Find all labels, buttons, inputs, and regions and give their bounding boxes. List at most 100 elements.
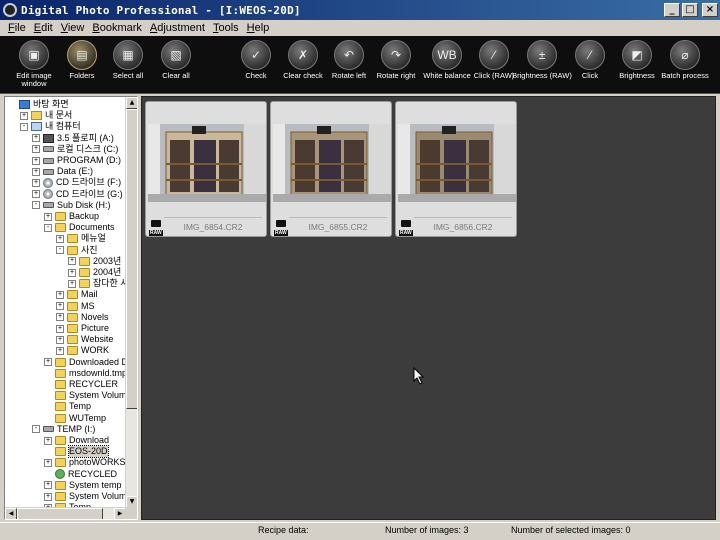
expand-icon[interactable]: + — [32, 134, 40, 143]
expand-icon[interactable]: + — [56, 346, 64, 355]
tree-vertical-scrollbar[interactable]: ▲ ▼ — [125, 97, 137, 508]
tree-horizontal-scrollbar[interactable]: ◀ ▶ — [5, 507, 126, 519]
scroll-up-button[interactable]: ▲ — [126, 97, 137, 109]
collapse-icon[interactable]: - — [20, 122, 28, 131]
expand-icon[interactable]: + — [32, 156, 40, 165]
folder-icon — [67, 234, 78, 244]
tree-item-label: RECYCLED — [68, 468, 118, 479]
tree-item[interactable]: - TEMP (I:) — [32, 424, 95, 435]
scroll-left-button[interactable]: ◀ — [5, 508, 17, 519]
tree-item[interactable]: - Sub Disk (H:) — [32, 200, 111, 211]
image-browser[interactable]: RAW IMG_6854.CR2 RAW IMG_6855.CR2 RAW IMG_685… — [141, 96, 716, 520]
thumbnail-image[interactable] — [273, 124, 391, 202]
tree-item[interactable]: + Download — [44, 435, 109, 446]
scroll-thumb[interactable] — [126, 109, 137, 409]
tree-item[interactable]: msdownld.tmp — [44, 368, 126, 379]
menu-tools[interactable]: Tools — [209, 22, 243, 34]
tree-item[interactable]: +2004년 — [68, 267, 121, 278]
expand-icon[interactable]: + — [32, 167, 40, 176]
tree-item[interactable]: + Backup — [44, 211, 99, 222]
tree-item[interactable]: + Website — [56, 334, 113, 345]
toolbar-batch-process-button[interactable]: ⌀ Batch process — [655, 40, 715, 80]
expand-icon[interactable]: + — [44, 212, 52, 221]
collapse-icon[interactable]: - — [32, 425, 40, 434]
folder-icon — [67, 324, 78, 333]
tree-item[interactable]: + Mail — [56, 289, 98, 300]
tree-item[interactable]: 바탕 화면 — [8, 99, 69, 110]
expand-icon[interactable]: + — [68, 268, 76, 277]
expand-icon[interactable]: + — [32, 190, 40, 199]
rotate-left-icon: ↶ — [334, 40, 364, 70]
menu-adjustment[interactable]: Adjustment — [146, 22, 209, 34]
expand-icon[interactable]: + — [56, 313, 64, 322]
menu-edit[interactable]: Edit — [30, 22, 57, 34]
expand-icon[interactable]: + — [56, 335, 64, 344]
clear-check-icon: ✗ — [288, 40, 318, 70]
tree-item[interactable]: - 내 컴퓨터 — [20, 121, 81, 132]
expand-icon[interactable]: + — [44, 458, 52, 467]
expand-icon[interactable]: + — [32, 145, 40, 154]
expand-icon[interactable]: + — [56, 290, 64, 299]
tree-item[interactable]: +2003년 — [68, 256, 121, 267]
tree-item[interactable]: +3.5 플로피 (A:) — [32, 133, 114, 144]
expand-icon[interactable]: + — [44, 492, 52, 501]
tree-item[interactable]: + Picture — [56, 323, 109, 334]
tree-item[interactable]: + System Volume — [44, 491, 126, 502]
tree-item[interactable]: EOS-20D — [44, 445, 109, 459]
tree-item[interactable]: WUTemp — [44, 413, 106, 424]
tree-item[interactable]: + 내 문서 — [20, 110, 72, 121]
batch-process-icon: ⌀ — [670, 40, 700, 70]
tree-item[interactable]: + MS — [56, 301, 95, 312]
expand-icon[interactable]: + — [44, 358, 52, 367]
tree-item[interactable]: + 로컬 디스크 (C:) — [32, 144, 118, 155]
collapse-icon[interactable]: - — [56, 246, 64, 255]
tree-item[interactable]: + CD 드라이브 (G:) — [32, 189, 123, 200]
tree-item[interactable]: + 잡다한 사 — [68, 278, 126, 289]
image-thumbnail[interactable]: RAW IMG_6856.CR2 — [395, 101, 517, 237]
menu-help[interactable]: Help — [243, 22, 274, 34]
thumbnail-image[interactable] — [398, 124, 516, 202]
scroll-corner — [125, 507, 137, 519]
menu-file[interactable]: File — [4, 22, 30, 34]
expand-icon[interactable]: + — [56, 234, 64, 243]
expand-icon[interactable]: + — [68, 257, 76, 266]
expand-icon[interactable]: + — [68, 279, 76, 288]
menu-view[interactable]: View — [57, 22, 89, 34]
tree-item[interactable]: - 사진 — [56, 245, 98, 256]
collapse-icon[interactable]: - — [32, 201, 40, 210]
expand-icon[interactable]: + — [44, 481, 52, 490]
expand-icon[interactable]: + — [44, 436, 52, 445]
tree-item[interactable]: + CD 드라이브 (F:) — [32, 177, 121, 188]
maximize-button[interactable]: □ — [682, 3, 698, 17]
image-thumbnail[interactable]: RAW IMG_6854.CR2 — [145, 101, 267, 237]
menu-bookmark[interactable]: Bookmark — [88, 22, 146, 34]
tree-item-label: Documents — [69, 222, 115, 233]
tree-item[interactable]: + WORK — [56, 345, 109, 356]
close-button[interactable]: × — [702, 3, 718, 17]
expand-icon[interactable]: + — [20, 111, 28, 120]
minimize-button[interactable]: _ — [664, 3, 680, 17]
scroll-h-thumb[interactable] — [17, 508, 103, 519]
image-thumbnail[interactable]: RAW IMG_6855.CR2 — [270, 101, 392, 237]
tree-item[interactable]: + photoWORKS Te — [44, 457, 126, 468]
tree-item[interactable]: - Documents — [44, 222, 115, 233]
tree-item[interactable]: Temp — [44, 401, 91, 412]
tree-item[interactable]: System Volume — [44, 390, 126, 401]
tree-item[interactable]: RECYCLED — [44, 469, 117, 480]
tree-item[interactable]: + System temp — [44, 480, 122, 491]
tree-item[interactable]: + Downloaded Da — [44, 357, 126, 368]
tree-item[interactable]: + PROGRAM (D:) — [32, 155, 121, 166]
toolbar-clear-all-button[interactable]: ▧ Clear all — [146, 40, 206, 80]
expand-icon[interactable]: + — [56, 302, 64, 311]
tree-item-label: Sub Disk (H:) — [57, 199, 111, 210]
tree-item[interactable]: RECYCLER — [44, 379, 118, 390]
tree-item[interactable]: + 메뉴얼 — [56, 233, 106, 244]
thumbnail-image[interactable] — [148, 124, 266, 202]
expand-icon[interactable]: + — [56, 324, 64, 333]
collapse-icon[interactable]: - — [44, 223, 52, 232]
tree-item[interactable]: + Data (E:) — [32, 166, 93, 177]
computer-icon — [31, 122, 42, 132]
expand-icon[interactable]: + — [32, 178, 40, 187]
app-icon[interactable] — [3, 3, 17, 17]
tree-item[interactable]: + Novels — [56, 312, 109, 323]
